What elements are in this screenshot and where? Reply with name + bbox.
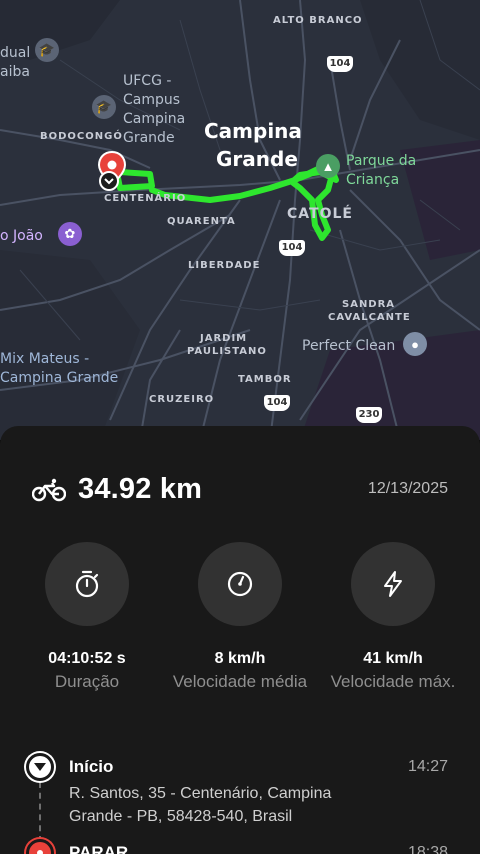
- district-label: CAVALCANTE: [328, 312, 411, 323]
- total-distance: 34.92 km: [78, 473, 203, 505]
- district-label: ALTO BRANCO: [273, 15, 363, 26]
- district-label: PAULISTANO: [187, 346, 267, 357]
- poi-label: UFCG -: [123, 73, 172, 89]
- district-label: JARDIM: [200, 333, 248, 344]
- timeline-start-time: 14:27: [407, 758, 448, 775]
- district-label: TAMBOR: [238, 374, 292, 385]
- stop-marker-icon: [26, 839, 54, 854]
- stat-max-speed: 41 km/h Velocidade máx.: [316, 542, 470, 692]
- activity-date: 12/13/2025: [367, 480, 448, 497]
- activity-details-sheet: 34.92 km 12/13/2025 04:10:52 s Duração 8…: [0, 426, 480, 854]
- max-speed-value: 41 km/h: [363, 650, 423, 667]
- route-shield: 104: [279, 240, 305, 256]
- city-label: Campina: [204, 119, 302, 143]
- district-label: BODOCONGÓ: [40, 131, 123, 142]
- poi-label: Mix Mateus -: [0, 351, 90, 367]
- timeline-stop-title: PARAR: [69, 843, 129, 854]
- poi-label: Parque da: [346, 153, 417, 169]
- park-icon[interactable]: ▲: [316, 154, 340, 178]
- district-label: QUARENTA: [167, 216, 236, 227]
- average-speed-value: 8 km/h: [214, 650, 266, 667]
- poi-label: dual: [0, 45, 31, 61]
- start-marker-icon: [26, 753, 54, 781]
- timeline-start-title: Início: [69, 757, 114, 776]
- venue-icon[interactable]: ✿: [58, 222, 82, 246]
- poi-label: Grande: [123, 130, 175, 146]
- timeline-stop-time: 18:38: [407, 844, 448, 854]
- lightning-icon: [351, 542, 435, 626]
- activity-summary: 34.92 km: [32, 473, 202, 506]
- timeline-start-address: R. Santos, 35 - Centenário, Campina Gran…: [69, 785, 332, 825]
- stat-average-speed: 8 km/h Velocidade média: [163, 542, 317, 692]
- start-pin-icon[interactable]: [96, 150, 128, 194]
- district-label: LIBERDADE: [188, 260, 261, 271]
- district-label: SANDRA: [342, 299, 396, 310]
- poi-label: Campus: [123, 92, 181, 108]
- district-label: CATOLÉ: [287, 206, 353, 222]
- poi-label: aiba: [0, 64, 30, 80]
- route-map[interactable]: ALTO BRANCO BODOCONGÓ CENTENÁRIO QUARENT…: [0, 0, 480, 440]
- timeline-connector: [39, 782, 41, 842]
- city-label: Grande: [216, 147, 298, 171]
- route-shield: 104: [327, 56, 353, 72]
- max-speed-label: Velocidade máx.: [330, 672, 456, 691]
- district-label: CRUZEIRO: [149, 394, 215, 405]
- district-label: CENTENÁRIO: [104, 193, 187, 204]
- stat-duration: 04:10:52 s Duração: [10, 542, 164, 692]
- poi-label: Campina: [123, 111, 186, 127]
- poi-label: Perfect Clean: [302, 338, 396, 354]
- poi-label: o João: [0, 228, 43, 244]
- duration-value: 04:10:52 s: [48, 650, 126, 667]
- speedometer-icon: [198, 542, 282, 626]
- average-speed-label: Velocidade média: [172, 672, 308, 691]
- route-shield: 104: [264, 395, 290, 411]
- school-icon[interactable]: 🎓: [35, 38, 59, 62]
- school-icon[interactable]: 🎓: [92, 95, 116, 119]
- route-shield: 230: [356, 407, 382, 423]
- place-pin-icon[interactable]: ●: [403, 332, 427, 356]
- bicycle-icon: [32, 478, 66, 501]
- poi-label: Criança: [346, 172, 400, 188]
- duration-label: Duração: [54, 672, 120, 691]
- poi-label: Campina Grande: [0, 370, 119, 386]
- stopwatch-icon: [45, 542, 129, 626]
